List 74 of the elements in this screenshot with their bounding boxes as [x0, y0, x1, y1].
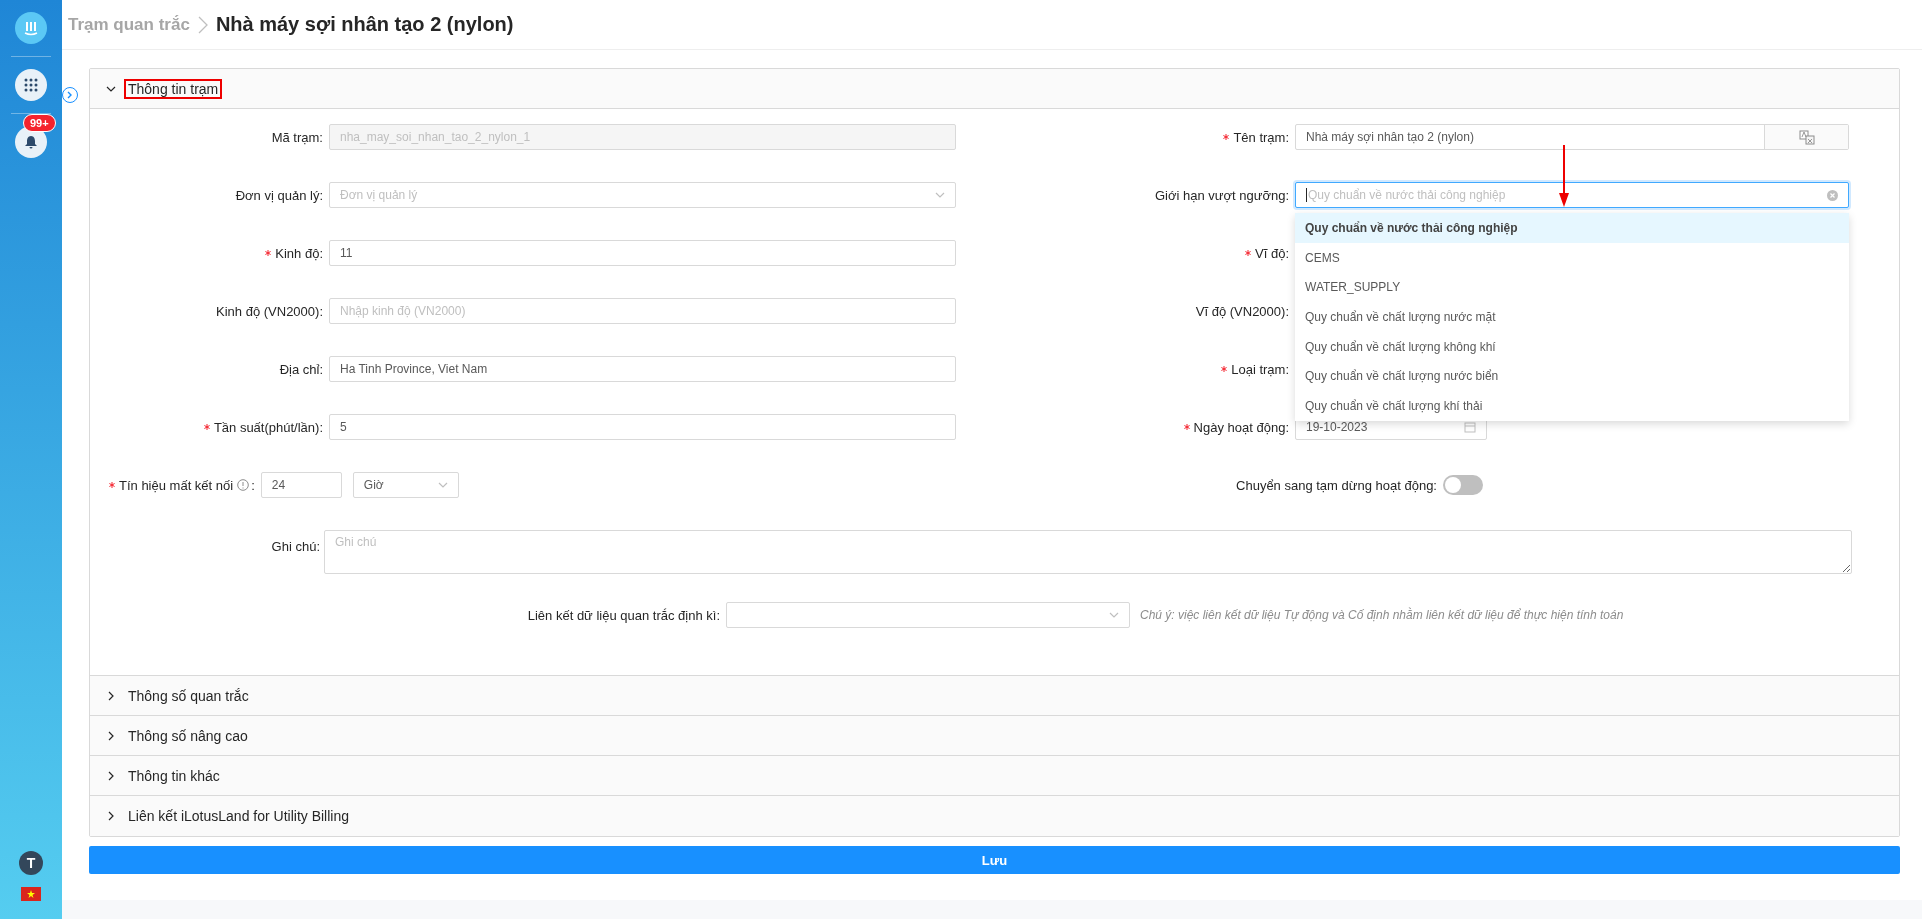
field-label: Mã trạm: [270, 128, 324, 147]
page-title: Nhà máy sợi nhân tạo 2 (nylon) [215, 13, 514, 36]
clear-icon[interactable] [1827, 189, 1838, 201]
field-label: Địa chỉ: [278, 360, 324, 379]
text-field[interactable]: Nhà máy sợi nhân tạo 2 (nylon) [1295, 124, 1849, 150]
unit-select[interactable]: Giờ [352, 472, 459, 498]
section-title: Thông số nâng cao [127, 727, 249, 744]
section-header[interactable]: Thông số nâng cao [90, 716, 1899, 756]
section-header[interactable]: Liên kết iLotusLand for Utility Billing [90, 796, 1899, 836]
apps-button[interactable] [15, 69, 47, 101]
section-title: Thông tin trạm [126, 80, 221, 97]
text-field[interactable]: Ha Tinh Province, Viet Nam [329, 356, 956, 382]
apps-grid-icon [24, 78, 38, 92]
field-label: Tên trạm: [956, 121, 1295, 153]
annotation-arrow [1559, 145, 1569, 207]
notification-button[interactable] [15, 126, 47, 158]
section-header[interactable]: Thông tin trạm [90, 69, 1899, 109]
dropdown-option[interactable]: Quy chuẩn về chất lượng không khí [1295, 331, 1849, 362]
text-field[interactable]: 11 [329, 240, 956, 266]
breadcrumb-separator-icon [197, 15, 208, 34]
dropdown-option[interactable]: Quy chuẩn về chất lượng nước biển [1295, 361, 1849, 392]
field-label: Chuyển sang tạm dừng hoạt động: [1236, 476, 1438, 495]
field-label: Vĩ độ: [956, 237, 1295, 269]
required-icon [109, 482, 115, 488]
app-logo[interactable] [15, 12, 47, 44]
calendar-icon [1464, 421, 1476, 433]
required-icon [1245, 250, 1252, 256]
field-label: Tín hiệu mất kết nối : [109, 469, 255, 501]
chevron-right-icon [106, 690, 116, 701]
section-title: Thông số quan trắc [127, 687, 250, 704]
chevron-right-icon [106, 770, 116, 781]
required-icon [1223, 134, 1230, 140]
field-label: Liên kết dữ liệu quan trắc định kì: [526, 606, 721, 625]
required-icon [203, 424, 210, 430]
chevron-right-icon [106, 811, 116, 821]
chevron-down-icon [1109, 612, 1119, 618]
info-icon [237, 479, 250, 491]
chevron-right-icon [106, 730, 116, 741]
toggle-switch[interactable] [1443, 475, 1483, 495]
section-title: Thông tin khác [127, 767, 221, 784]
section-title: Liên kết iLotusLand for Utility Billing [127, 808, 350, 824]
field-label: Kinh độ: [90, 237, 329, 269]
required-icon [1183, 424, 1190, 430]
section-header[interactable]: Thông tin khác [90, 756, 1899, 796]
dropdown-option[interactable]: WATER_SUPPLY [1295, 272, 1849, 303]
dropdown-option[interactable]: Quy chuẩn về chất lượng khí thải [1295, 391, 1849, 421]
dropdown-option[interactable]: CEMS [1295, 242, 1849, 273]
note-textarea[interactable]: Ghi chú [324, 530, 1852, 574]
text-field[interactable]: 5 [329, 414, 956, 440]
field-label: Vĩ độ (VN2000): [1194, 302, 1290, 321]
dropdown-option[interactable]: Quy chuẩn về chất lượng nước mặt [1295, 302, 1849, 332]
notification-badge: 99+ [23, 114, 56, 132]
hint-text: Chú ý: việc liên kết dữ liệu Tự động và Cố định nhằm liên kết dữ liệu để thực hiện tính toán [1140, 608, 1624, 622]
section-header[interactable]: Thông số quan trắc [90, 676, 1899, 716]
required-icon [265, 250, 272, 256]
flag-icon[interactable] [21, 887, 41, 901]
field-label: Kinh độ (VN2000): [215, 302, 324, 321]
translate-icon [1798, 129, 1815, 145]
user-avatar[interactable]: T [19, 851, 43, 875]
field-label: Đơn vị quản lý: [234, 186, 324, 205]
chevron-down-icon [437, 482, 448, 488]
field-label: Ngày hoạt động: [956, 411, 1295, 443]
field-label: Giới hạn vượt ngưỡng: [1153, 186, 1290, 205]
chevron-right-icon [67, 91, 73, 99]
field-label: Ghi chú: [270, 537, 321, 556]
translate-button[interactable] [1764, 125, 1848, 149]
field-label: Loại trạm: [956, 353, 1295, 385]
chevron-down-icon [935, 192, 945, 198]
bell-icon [24, 135, 38, 149]
number-field[interactable]: 24 [260, 472, 342, 498]
dropdown-option[interactable]: Quy chuẩn về nước thải công nghiệp [1295, 213, 1849, 243]
required-icon [1221, 366, 1228, 372]
select-field[interactable] [726, 602, 1130, 628]
field-label: Tần suất(phút/lần): [90, 411, 329, 443]
